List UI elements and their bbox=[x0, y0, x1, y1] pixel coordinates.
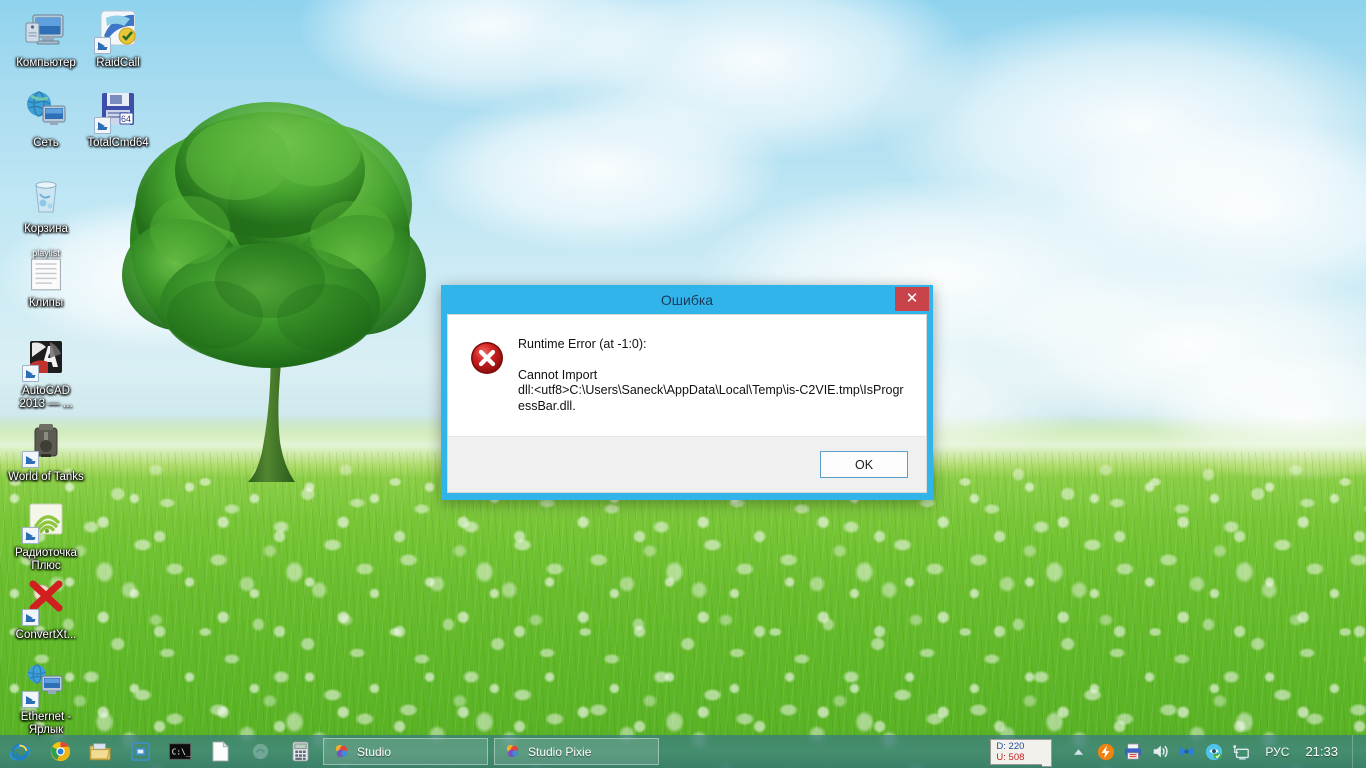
ethernet-icon bbox=[22, 660, 70, 708]
svg-text:64: 64 bbox=[121, 114, 131, 124]
taskbar-window-label: Studio Pixie bbox=[528, 744, 592, 759]
dialog-content: Runtime Error (at -1:0): Cannot Import d… bbox=[448, 315, 926, 436]
taskbar-quick-launch: C:\_ bbox=[0, 735, 320, 768]
desktop-icon-label: TotalCmd64 bbox=[87, 137, 149, 149]
desktop-icon-convertx[interactable]: ConvertXt... bbox=[8, 578, 84, 642]
calculator-icon[interactable] bbox=[280, 735, 320, 768]
error-dialog[interactable]: Ошибка ✕ Runtime Error (at -1:0): Cannot… bbox=[441, 285, 933, 500]
shortcut-arrow-icon bbox=[22, 451, 39, 468]
dialog-title-text: Ошибка bbox=[660, 291, 714, 308]
download-rate: D: 220 bbox=[996, 740, 1025, 752]
playlist-file-icon: playlist bbox=[22, 248, 70, 294]
desktop-icon-totalcmd64[interactable]: 64 TotalCmd64 bbox=[80, 86, 156, 150]
studio-pixie-icon bbox=[506, 744, 519, 758]
desktop-icon-label: RaidCall bbox=[96, 57, 140, 69]
desktop-icon-label: Клипы bbox=[28, 297, 64, 309]
network-monitor-widget[interactable]: D: 220 U: 508 bbox=[990, 738, 1053, 767]
dialog-message: Runtime Error (at -1:0): Cannot Import d… bbox=[518, 337, 906, 426]
file-explorer-icon[interactable] bbox=[80, 735, 120, 768]
antivirus-shield-icon[interactable] bbox=[1201, 735, 1226, 768]
desktop-icon-label: Компьютер bbox=[16, 57, 76, 69]
dialog-footer: OK bbox=[448, 436, 926, 492]
desktop-icon-recycle-bin[interactable]: Корзина bbox=[8, 172, 84, 236]
desktop-icon-ethernet[interactable]: Ethernet - Ярлык bbox=[8, 660, 84, 737]
clock[interactable]: 21:33 bbox=[1301, 744, 1350, 759]
desktop-icon-label: Ethernet - Ярлык bbox=[20, 711, 72, 736]
shortcut-arrow-icon bbox=[22, 609, 39, 626]
network-icon bbox=[22, 86, 70, 134]
desktop-icon-label: Сеть bbox=[33, 137, 59, 149]
cloud bbox=[1050, 120, 1366, 300]
internet-explorer-icon[interactable] bbox=[0, 735, 40, 768]
playlist-badge-text: playlist bbox=[32, 248, 60, 258]
cloud bbox=[1150, 350, 1366, 480]
desktop-icon-label: Корзина bbox=[24, 223, 68, 235]
dialog-message-line1: Runtime Error (at -1:0): bbox=[518, 337, 647, 351]
system-tray: D: 220 U: 508 РУС 21:33 bbox=[990, 735, 1366, 768]
desktop[interactable]: Компьютер RaidCall Сеть 64 TotalCmd64 Ко… bbox=[0, 0, 1366, 768]
dialog-message-line2: Cannot Import bbox=[518, 367, 598, 382]
taskbar[interactable]: C:\_ Studio Studio Pixie D: 220 U: 508 Р… bbox=[0, 735, 1366, 768]
error-circle-x-icon bbox=[471, 342, 503, 374]
desktop-icon-world-of-tanks[interactable]: World of Tanks bbox=[8, 420, 84, 484]
faint-app-icon[interactable] bbox=[240, 735, 280, 768]
shortcut-arrow-icon bbox=[94, 117, 111, 134]
radio-icon bbox=[22, 496, 70, 544]
desktop-icon-label: Радиоточка Плюс bbox=[15, 547, 77, 572]
close-icon[interactable]: ✕ bbox=[895, 287, 929, 311]
raidcall-icon bbox=[94, 6, 142, 54]
dandelion-field-overlay bbox=[0, 470, 1366, 768]
shortcut-arrow-icon bbox=[22, 691, 39, 708]
taskbar-window-label: Studio bbox=[357, 744, 392, 759]
taskbar-window-studio-pixie[interactable]: Studio Pixie bbox=[494, 738, 659, 765]
taskbar-window-studio[interactable]: Studio bbox=[323, 738, 488, 765]
recycle-bin-icon bbox=[22, 172, 70, 220]
desktop-icon-label: World of Tanks bbox=[8, 471, 84, 483]
autocad-icon bbox=[22, 334, 70, 382]
desktop-icon-raidcall[interactable]: RaidCall bbox=[80, 6, 156, 70]
shortcut-arrow-icon bbox=[22, 527, 39, 544]
show-desktop-button[interactable] bbox=[1352, 735, 1360, 768]
convertx-icon bbox=[22, 578, 70, 626]
shortcut-arrow-icon bbox=[22, 365, 39, 382]
network-monitor-icon[interactable] bbox=[1228, 735, 1253, 768]
desktop-icon-label: AutoCAD 2013 — ... bbox=[19, 385, 73, 410]
printer-icon[interactable] bbox=[1120, 735, 1145, 768]
power-lightning-icon[interactable] bbox=[1093, 735, 1118, 768]
shortcut-arrow-icon bbox=[94, 37, 111, 54]
notepad-document-icon[interactable] bbox=[200, 735, 240, 768]
totalcmd-icon: 64 bbox=[94, 86, 142, 134]
cloud bbox=[540, 0, 970, 160]
language-indicator[interactable]: РУС bbox=[1255, 745, 1299, 759]
svg-text:C:\_: C:\_ bbox=[172, 747, 191, 756]
cloud bbox=[300, 0, 680, 110]
command-prompt-icon[interactable]: C:\_ bbox=[160, 735, 200, 768]
ok-button[interactable]: OK bbox=[820, 451, 908, 478]
show-hidden-icons-arrow[interactable] bbox=[1066, 735, 1091, 768]
cloud bbox=[880, 10, 1366, 240]
bluetooth-icon[interactable] bbox=[1174, 735, 1199, 768]
volume-speaker-icon[interactable] bbox=[1147, 735, 1172, 768]
blue-app-icon[interactable] bbox=[120, 735, 160, 768]
computer-icon bbox=[22, 6, 70, 54]
world-of-tanks-icon bbox=[22, 420, 70, 468]
desktop-icon-network[interactable]: Сеть bbox=[8, 86, 84, 150]
cloud bbox=[420, 90, 780, 250]
upload-rate: U: 508 bbox=[996, 751, 1025, 763]
desktop-icon-radiotochka-plus[interactable]: Радиоточка Плюс bbox=[8, 496, 84, 573]
studio-icon bbox=[335, 744, 348, 758]
desktop-icon-autocad[interactable]: AutoCAD 2013 — ... bbox=[8, 334, 84, 411]
dialog-body: Runtime Error (at -1:0): Cannot Import d… bbox=[447, 314, 927, 493]
tree-graphic bbox=[122, 102, 426, 482]
cloud bbox=[980, 260, 1366, 430]
desktop-icon-label: ConvertXt... bbox=[15, 629, 77, 641]
google-chrome-icon[interactable] bbox=[40, 735, 80, 768]
desktop-icon-computer[interactable]: Компьютер bbox=[8, 6, 84, 70]
dialog-message-path: dll:<utf8>C:\Users\Saneck\AppData\Local\… bbox=[518, 383, 904, 413]
dialog-title-bar[interactable]: Ошибка ✕ bbox=[441, 285, 933, 314]
desktop-icon-klipy[interactable]: playlist Клипы bbox=[8, 248, 84, 310]
